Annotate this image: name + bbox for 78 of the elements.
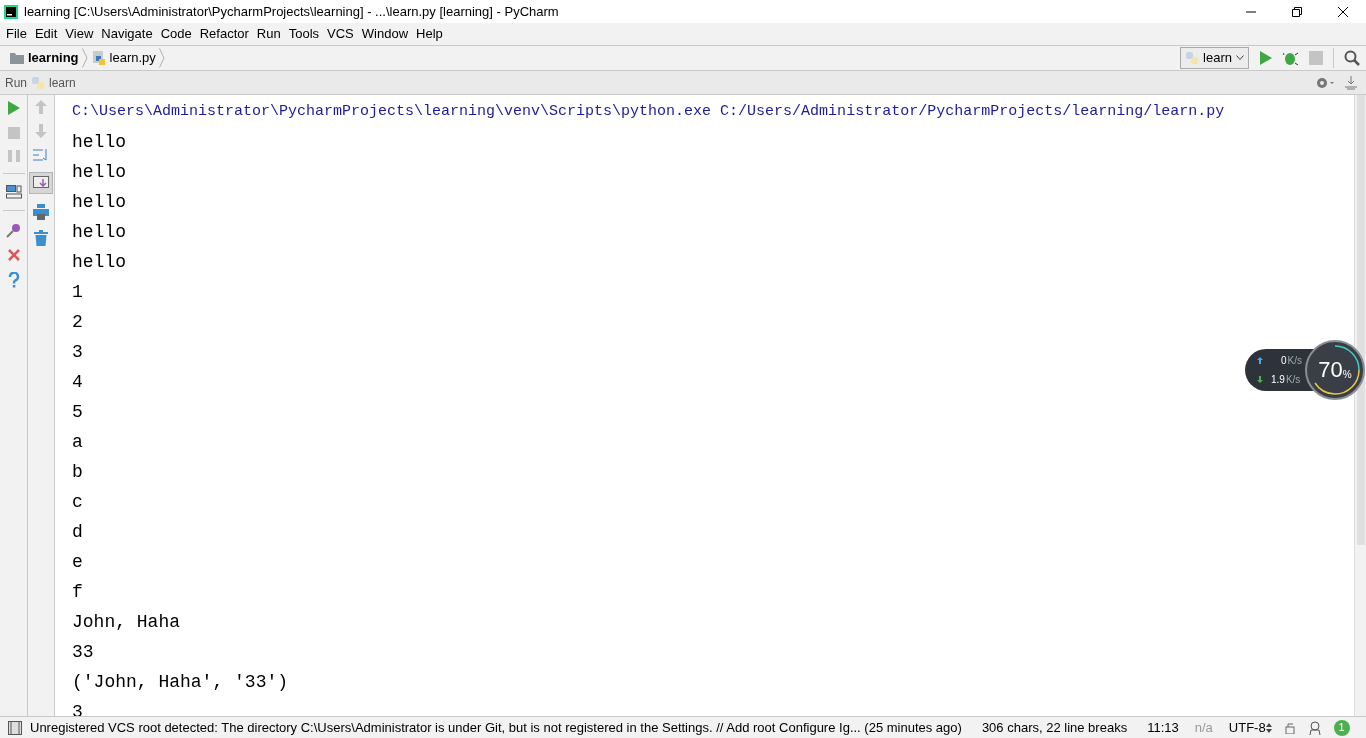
console-line: hello: [72, 131, 126, 154]
restore-icon[interactable]: [1291, 5, 1303, 18]
run-config-dropdown[interactable]: learn: [1180, 47, 1249, 69]
download-speed: 1.9: [1271, 373, 1285, 387]
char-count: 306 chars, 22 line breaks: [981, 718, 1128, 737]
run-tab[interactable]: learn: [49, 73, 76, 92]
console-line: 5: [72, 401, 83, 424]
gear-icon[interactable]: [1315, 75, 1335, 90]
caret-icon: [1236, 55, 1244, 61]
updown-caret-icon: [1265, 722, 1272, 733]
upload-speed: 0: [1281, 354, 1287, 368]
menu-item[interactable]: File: [2, 24, 31, 44]
search-icon[interactable]: [1344, 50, 1360, 66]
console-line: 33: [72, 641, 94, 664]
speed-unit: K/s: [1285, 373, 1301, 387]
pin-icon[interactable]: [5, 222, 22, 238]
panel-toggle-icon[interactable]: [8, 720, 22, 735]
menu-item[interactable]: Run: [252, 24, 285, 44]
console-line: C:\Users\Administrator\PycharmProjects\learning\venv\Scripts\python.exe C:/Users/Administrator/PycharmProjects/learning/learn.py: [72, 102, 1225, 122]
layout-icon[interactable]: [5, 185, 22, 199]
console-line: f: [72, 581, 83, 604]
scrollbar-thumb[interactable]: [1356, 95, 1365, 545]
panel-title: Run: [5, 74, 27, 92]
menu-item[interactable]: Tools: [284, 24, 324, 44]
console-line: e: [72, 551, 83, 574]
download-arrow-icon: [1257, 376, 1263, 383]
python-icon: [31, 75, 45, 90]
console-line: ('John, Haha', '33'): [72, 671, 289, 694]
cursor-position[interactable]: 11:13: [1147, 717, 1179, 738]
chevron-icon: [158, 48, 165, 68]
console-line: hello: [72, 191, 126, 214]
encoding[interactable]: UTF-8: [1228, 717, 1266, 738]
console-line: d: [72, 521, 83, 544]
console-line: hello: [72, 251, 126, 274]
download-icon[interactable]: [1345, 75, 1357, 90]
app-logo-icon: [4, 4, 18, 19]
speed-unit: K/s: [1287, 354, 1302, 368]
window-title: learning [C:\Users\Administrator\PycharmProjects\learning] - ...\learn.py [learning] - PyCharm: [24, 2, 559, 21]
inspector-icon[interactable]: [1307, 720, 1322, 735]
scroll-down-icon: [33, 176, 49, 190]
console-line: John, Haha: [72, 611, 181, 634]
print-icon[interactable]: [33, 204, 49, 220]
memory-percent: 70: [1318, 359, 1343, 381]
scroll-to-end-button[interactable]: [29, 172, 53, 194]
console-line: 1: [72, 281, 83, 304]
upload-arrow-icon: [1257, 357, 1263, 364]
console-line: 3: [72, 341, 83, 364]
python-icon: [1185, 51, 1200, 65]
folder-icon: [10, 52, 24, 64]
console-line: c: [72, 491, 83, 514]
percent-sign: %: [1342, 368, 1352, 382]
breadcrumb[interactable]: learn.py: [109, 48, 156, 68]
lock-icon[interactable]: [1283, 721, 1296, 734]
debug-bug-icon[interactable]: [1283, 50, 1299, 66]
breadcrumb[interactable]: learning: [28, 48, 79, 68]
console-line: 2: [72, 311, 83, 334]
console-line: hello: [72, 161, 126, 184]
help-icon[interactable]: [7, 272, 20, 288]
menu-item[interactable]: Code: [156, 24, 196, 44]
menu-item[interactable]: Window: [357, 24, 413, 44]
run-icon[interactable]: [1259, 50, 1273, 66]
console-line: b: [72, 461, 83, 484]
menu-item[interactable]: Refactor: [195, 24, 253, 44]
line-separator: n/a: [1194, 718, 1213, 737]
console-line: a: [72, 431, 83, 454]
close-icon[interactable]: [1337, 5, 1349, 18]
status-message: Unregistered VCS root detected: The directory C:\Users\Administrator is under Git, but is not registered in the Settings. // Add root Configure Ig... (25 minutes ago): [30, 718, 962, 737]
menu-item[interactable]: VCS: [323, 24, 358, 44]
chevron-icon: [81, 48, 88, 68]
python-file-icon: [91, 51, 106, 65]
console-line: 4: [72, 371, 83, 394]
console-line: hello: [72, 221, 126, 244]
run-icon[interactable]: [6, 100, 21, 116]
menu-item[interactable]: View: [61, 24, 98, 44]
menu-item[interactable]: Help: [412, 24, 447, 44]
trash-icon[interactable]: [34, 230, 48, 246]
menu-item[interactable]: Edit: [30, 24, 62, 44]
menu-item[interactable]: Navigate: [97, 24, 157, 44]
